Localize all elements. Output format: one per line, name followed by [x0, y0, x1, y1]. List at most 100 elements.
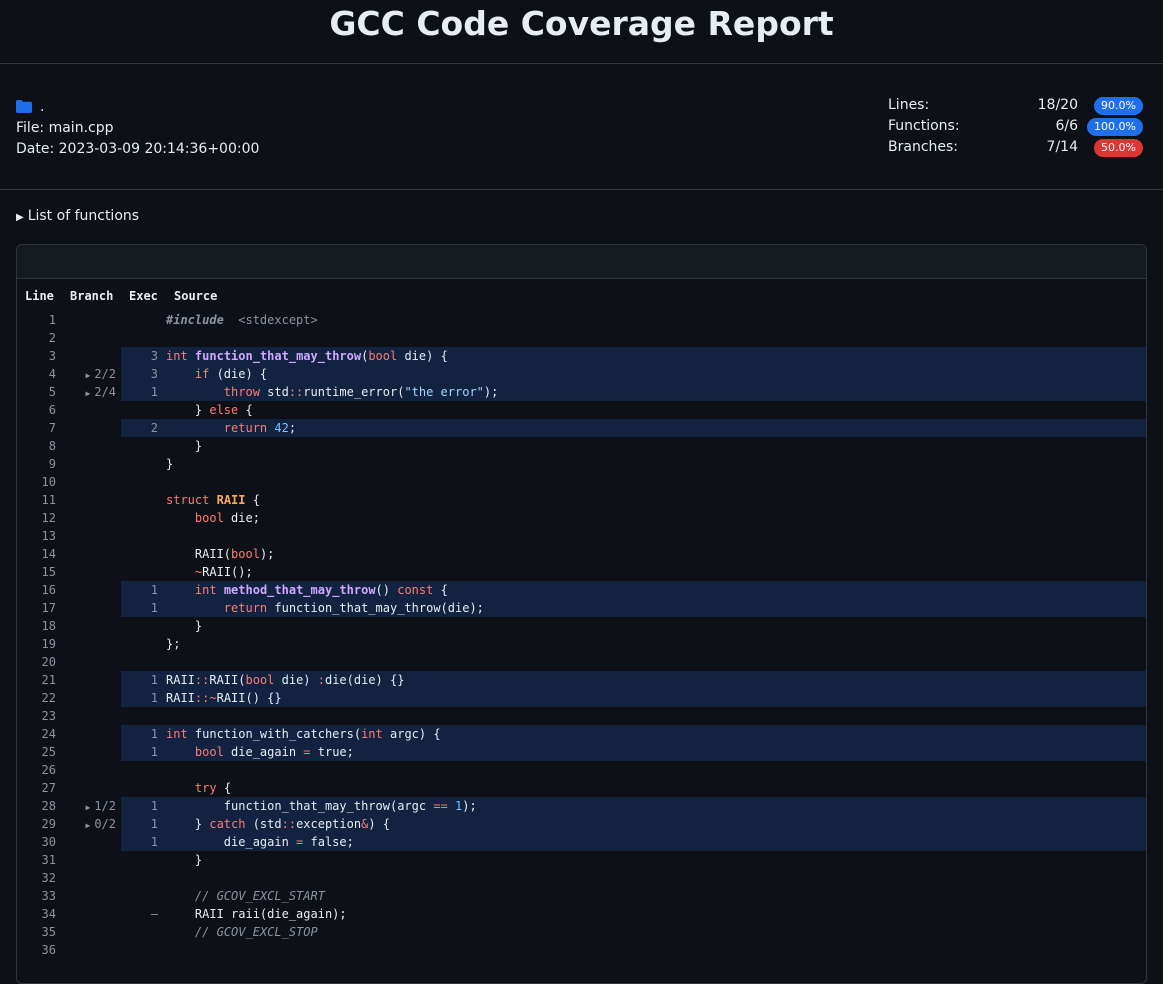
code-token: RAII() {}: [216, 691, 282, 705]
source-code: bool die;: [166, 509, 260, 527]
line-number[interactable]: 5: [49, 383, 56, 401]
code-token: :: [317, 673, 325, 687]
source-rows: 1 #include <stdexcept> 2 3 3 int function_tha…: [17, 311, 1146, 959]
line-number[interactable]: 34: [42, 905, 56, 923]
line-number[interactable]: 16: [42, 581, 56, 599]
branch-toggle[interactable]: ▶ 2/2: [85, 365, 116, 385]
stat-branches: Branches: 7/14 50.0%: [888, 137, 1144, 158]
source-code: RAII::RAII(bool die) :die(die) {}: [166, 671, 404, 689]
line-number[interactable]: 21: [42, 671, 56, 689]
source-table: Line Branch Exec Source 1 #include <stdex…: [17, 279, 1146, 959]
exec-count: 1: [150, 835, 158, 849]
line-number[interactable]: 14: [42, 545, 56, 563]
folder-icon: [16, 99, 32, 120]
source-code: }: [166, 851, 202, 869]
branch-toggle[interactable]: ▶ 1/2: [85, 797, 116, 817]
code-token: // GCOV_EXCL_START: [194, 889, 325, 903]
line-number[interactable]: 31: [42, 851, 56, 869]
code-token: const: [397, 583, 434, 597]
exec-count: 1: [150, 601, 158, 615]
stat-label: Branches:: [888, 139, 959, 155]
table-row: 6 } else {: [17, 401, 1146, 419]
directory-link[interactable]: .: [40, 99, 44, 115]
line-number[interactable]: 2: [49, 329, 56, 347]
line-number[interactable]: 35: [42, 923, 56, 941]
code-token: function_that_may_throw(die);: [267, 601, 484, 615]
line-number[interactable]: 30: [42, 833, 56, 851]
table-row: 7 2 return 42;: [17, 419, 1146, 437]
stat-value: 18/20: [1037, 97, 1078, 113]
line-number[interactable]: 36: [42, 941, 56, 959]
code-token: try: [194, 781, 217, 795]
disclosure-triangle-icon: ▶: [16, 212, 24, 223]
table-row: 3 3 int function_that_may_throw(bool die) …: [17, 347, 1146, 365]
line-number[interactable]: 17: [42, 599, 56, 617]
line-number[interactable]: 7: [49, 419, 56, 437]
line-number[interactable]: 25: [42, 743, 56, 761]
source-code: die_again = false;: [166, 833, 354, 851]
stat-functions: Functions: 6/6 100.0%: [888, 116, 1144, 137]
source-code: } catch (std::exception&) {: [166, 815, 390, 833]
line-number[interactable]: 27: [42, 779, 56, 797]
table-row: 14 RAII(bool);: [17, 545, 1146, 563]
table-row: 21 1 RAII::RAII(bool die) :die(die) {}: [17, 671, 1146, 689]
line-number[interactable]: 8: [49, 437, 56, 455]
line-number[interactable]: 15: [42, 563, 56, 581]
code-token: );: [483, 385, 499, 399]
code-token: die) {: [397, 349, 448, 363]
code-token: );: [462, 799, 477, 813]
table-row: 26: [17, 761, 1146, 779]
code-token: }: [166, 619, 203, 633]
line-number[interactable]: 32: [42, 869, 56, 887]
branch-toggle[interactable]: ▶ 2/4: [85, 383, 116, 403]
code-token: RAII raii(die_again);: [166, 907, 347, 921]
line-number[interactable]: 6: [49, 401, 56, 419]
table-row: 19};: [17, 635, 1146, 653]
code-token: int: [166, 349, 188, 363]
code-token: ::: [281, 817, 297, 831]
file-name: File: main.cpp: [16, 120, 114, 136]
function-list-toggle[interactable]: ▶ List of functions: [16, 206, 139, 228]
line-number[interactable]: 11: [42, 491, 56, 509]
line-number[interactable]: 10: [42, 473, 56, 491]
source-code: function_that_may_throw(argc == 1);: [166, 797, 477, 815]
line-number[interactable]: 24: [42, 725, 56, 743]
table-row: 36: [17, 941, 1146, 959]
line-number[interactable]: 3: [49, 347, 56, 365]
coverage-badge: 90.0%: [1094, 97, 1143, 115]
table-row: 17 1 return function_that_may_throw(die);: [17, 599, 1146, 617]
code-token: catch: [209, 817, 246, 831]
code-token: return: [223, 601, 268, 615]
code-token: throw: [223, 385, 260, 399]
branch-toggle[interactable]: ▶ 0/2: [85, 815, 116, 835]
table-row: 23: [17, 707, 1146, 725]
table-row: 34 – RAII raii(die_again);: [17, 905, 1146, 923]
table-row: 18 }: [17, 617, 1146, 635]
line-number[interactable]: 18: [42, 617, 56, 635]
line-number[interactable]: 12: [42, 509, 56, 527]
col-exec: Exec: [129, 289, 158, 303]
line-number[interactable]: 26: [42, 761, 56, 779]
line-number[interactable]: 22: [42, 689, 56, 707]
source-panel-header: [17, 245, 1146, 279]
line-number[interactable]: 4: [49, 365, 56, 383]
exec-count: –: [150, 907, 158, 921]
source-code: struct RAII {: [166, 491, 260, 509]
line-number[interactable]: 33: [42, 887, 56, 905]
line-number[interactable]: 29: [42, 815, 56, 833]
line-number[interactable]: 20: [42, 653, 56, 671]
directory-row[interactable]: .: [16, 97, 259, 118]
line-number[interactable]: 13: [42, 527, 56, 545]
line-number[interactable]: 19: [42, 635, 56, 653]
line-number[interactable]: 1: [49, 311, 56, 329]
exec-count: 1: [150, 799, 158, 813]
line-number[interactable]: 28: [42, 797, 56, 815]
line-number[interactable]: 23: [42, 707, 56, 725]
line-number[interactable]: 9: [49, 455, 56, 473]
